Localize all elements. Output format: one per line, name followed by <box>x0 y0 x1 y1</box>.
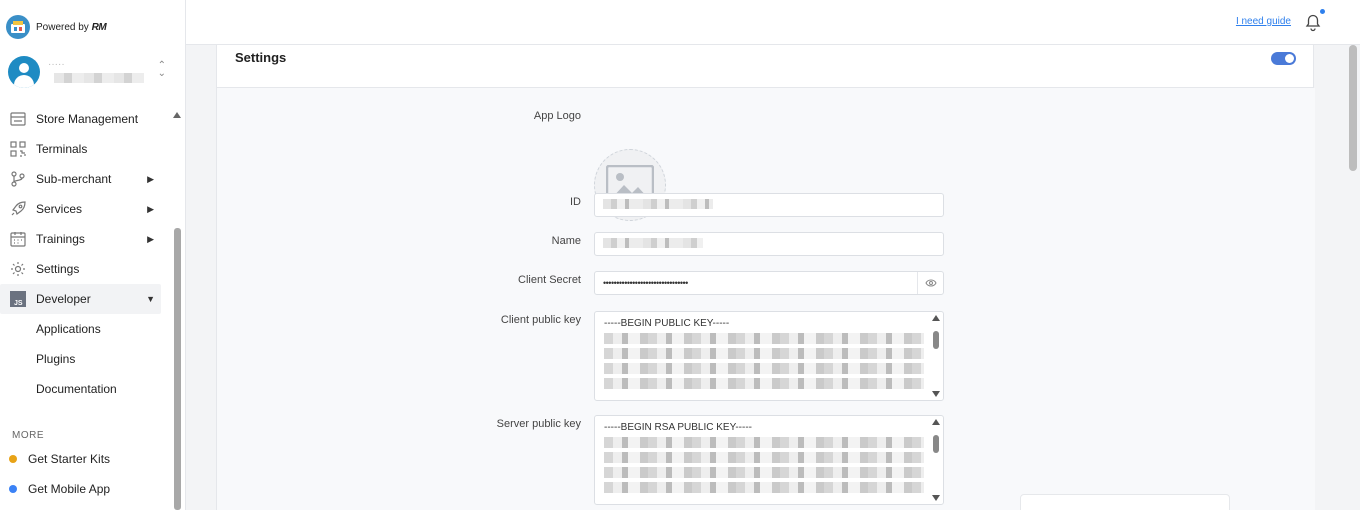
brand-mark: RM <box>91 21 107 33</box>
orange-dot-icon <box>9 455 17 463</box>
more-item-label: Get Mobile App <box>28 482 111 496</box>
id-label: ID <box>570 196 581 208</box>
get-mobile-app-link[interactable]: Get Mobile App <box>9 482 110 496</box>
scroll-up-arrow-icon[interactable] <box>173 112 181 118</box>
caret-right-icon: ▶ <box>147 173 154 184</box>
server-public-key-label: Server public key <box>496 418 581 430</box>
brand: Powered by RM <box>6 15 107 39</box>
eye-icon[interactable] <box>917 272 943 294</box>
caret-down-icon: ▼ <box>146 294 155 304</box>
settings-enable-toggle[interactable] <box>1271 52 1296 65</box>
qr-icon <box>9 140 27 158</box>
sidebar-item-settings[interactable]: Settings <box>0 254 170 284</box>
rocket-icon <box>9 200 27 218</box>
client-public-key-textarea[interactable]: -----BEGIN PUBLIC KEY----- <box>594 311 944 401</box>
caret-right-icon: ▶ <box>147 233 154 244</box>
client-secret-value: •••••••••••••••••••••••••••••••• <box>603 278 688 288</box>
server-public-key-header: -----BEGIN RSA PUBLIC KEY----- <box>604 422 752 433</box>
page-scrollbar[interactable] <box>1349 45 1357 510</box>
powered-by-label: Powered by <box>36 21 89 33</box>
server-public-key-redacted <box>604 437 934 493</box>
id-field[interactable] <box>594 193 944 217</box>
sidebar-nav: Store Management Terminals Sub-merchant … <box>0 104 170 404</box>
client-public-key-header: -----BEGIN PUBLIC KEY----- <box>604 318 730 329</box>
notification-dot <box>1320 9 1325 14</box>
sidebar-subitem-plugins[interactable]: Plugins <box>0 344 170 374</box>
bell-icon[interactable] <box>1304 9 1325 32</box>
powered-by-text: Powered by RM <box>36 21 107 33</box>
name-field[interactable] <box>594 232 944 256</box>
id-redacted <box>603 199 713 209</box>
server-public-key-textarea[interactable]: -----BEGIN RSA PUBLIC KEY----- <box>594 415 944 505</box>
sidebar-item-developer[interactable]: JS Developer ▼ <box>0 284 161 314</box>
avatar <box>8 56 40 88</box>
topbar: I need guide <box>186 0 1360 45</box>
sidebar-item-label: Settings <box>36 262 80 276</box>
sidebar-item-label: Developer <box>36 292 91 306</box>
need-guide-link[interactable]: I need guide <box>1236 16 1291 27</box>
get-starter-kits-link[interactable]: Get Starter Kits <box>9 452 110 466</box>
caret-right-icon: ▶ <box>147 203 154 214</box>
svg-text:JS: JS <box>14 300 23 307</box>
blue-dot-icon <box>9 485 17 493</box>
sidebar-item-services[interactable]: Services ▶ <box>0 194 170 224</box>
sidebar-item-label: Trainings <box>36 232 85 246</box>
settings-card: Settings App Logo ID Name Client Secret … <box>216 45 1315 510</box>
gear-icon <box>9 260 27 278</box>
store-icon <box>9 110 27 128</box>
sidebar: Powered by RM ····· ⌃ ⌄ Store Management … <box>0 0 186 510</box>
sidebar-subitem-applications[interactable]: Applications <box>0 314 170 344</box>
name-label: Name <box>551 235 581 247</box>
client-public-key-redacted <box>604 333 934 389</box>
sidebar-item-label: Terminals <box>36 142 88 156</box>
name-redacted <box>603 238 703 248</box>
textarea-scrollbar[interactable] <box>932 315 940 397</box>
page-scrollbar-thumb[interactable] <box>1349 45 1357 171</box>
sidebar-scrollbar[interactable] <box>173 110 181 510</box>
branch-icon <box>9 170 27 188</box>
sidebar-item-label: Services <box>36 202 83 216</box>
sidebar-item-store-management[interactable]: Store Management <box>0 104 170 134</box>
chevron-updown-icon[interactable]: ⌃ ⌄ <box>158 61 166 79</box>
scrollbar-thumb[interactable] <box>174 228 181 510</box>
more-item-label: Get Starter Kits <box>28 452 111 466</box>
textarea-scrollbar[interactable] <box>932 419 940 501</box>
more-section-label: MORE <box>12 430 44 441</box>
sidebar-item-sub-merchant[interactable]: Sub-merchant ▶ <box>0 164 170 194</box>
user-switcher[interactable]: ····· ⌃ ⌄ <box>8 56 178 90</box>
settings-form: App Logo ID Name Client Secret •••••••••… <box>217 88 1315 510</box>
js-icon: JS <box>9 290 27 308</box>
sidebar-item-terminals[interactable]: Terminals <box>0 134 170 164</box>
user-name: ····· <box>48 59 65 70</box>
floating-widget[interactable] <box>1020 494 1230 510</box>
client-secret-label: Client Secret <box>518 274 581 286</box>
sidebar-item-label: Store Management <box>36 112 139 126</box>
sidebar-item-label: Sub-merchant <box>36 172 112 186</box>
client-public-key-label: Client public key <box>500 314 581 326</box>
page-title: Settings <box>235 50 287 65</box>
calendar-icon <box>9 230 27 248</box>
sidebar-item-trainings[interactable]: Trainings ▶ <box>0 224 170 254</box>
client-secret-field[interactable]: •••••••••••••••••••••••••••••••• <box>594 271 944 295</box>
sidebar-subitem-documentation[interactable]: Documentation <box>0 374 170 404</box>
settings-header: Settings <box>217 45 1313 88</box>
user-email-redacted <box>54 73 144 83</box>
app-logo-label: App Logo <box>533 110 581 122</box>
app-root: Powered by RM ····· ⌃ ⌄ Store Management … <box>0 0 1360 510</box>
brand-logo-icon <box>6 15 30 39</box>
